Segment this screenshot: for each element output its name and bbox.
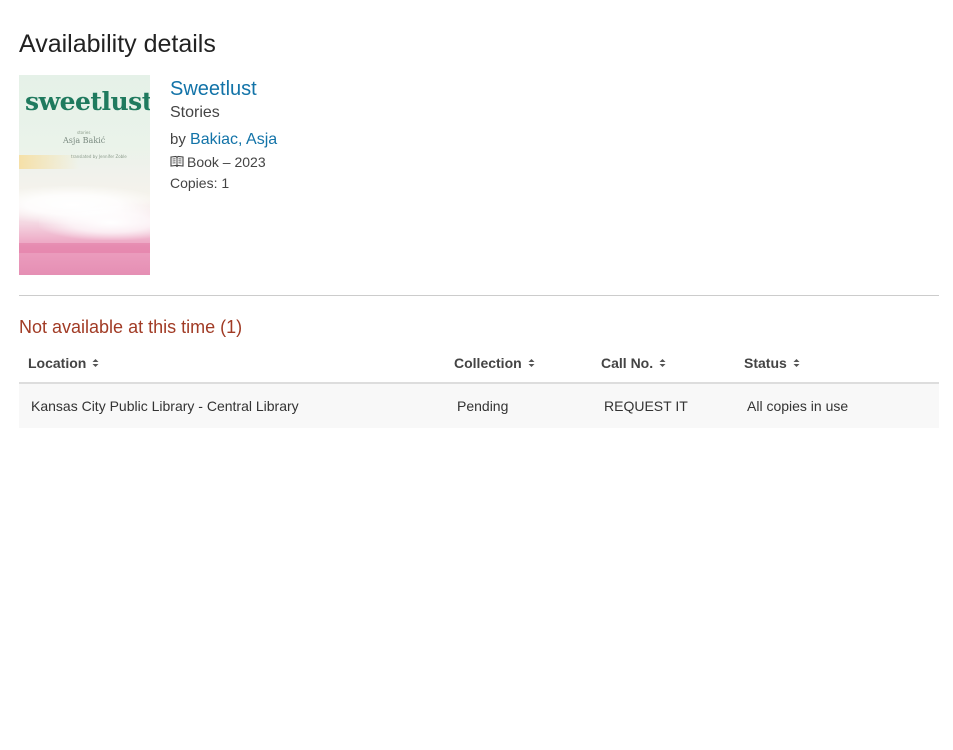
holdings-table: Location Collection Call No. Status Kans…: [19, 355, 939, 428]
sort-icon: [659, 355, 666, 371]
cell-collection: Pending: [445, 383, 592, 428]
book-subtitle: Stories: [170, 104, 220, 121]
column-header-collection[interactable]: Collection: [445, 355, 592, 384]
book-icon: [170, 152, 187, 172]
item-summary: sweetlust stories Asja Bakić translated …: [19, 75, 939, 275]
page-title: Availability details: [19, 30, 216, 58]
column-header-status[interactable]: Status: [735, 355, 939, 384]
availability-heading: Not available at this time (1): [19, 317, 243, 337]
sort-icon: [793, 355, 800, 371]
by-label: by: [170, 131, 186, 148]
sort-icon: [528, 355, 535, 371]
format-text: Book – 2023: [187, 154, 266, 170]
cell-location: Kansas City Public Library - Central Lib…: [19, 383, 445, 428]
column-header-call-no[interactable]: Call No.: [592, 355, 735, 384]
column-header-location[interactable]: Location: [19, 355, 445, 384]
cell-call-no: REQUEST IT: [592, 383, 735, 428]
item-metadata: Sweetlust Stories by Bakiac, Asja Book –…: [170, 75, 277, 275]
format-line: Book – 2023: [170, 152, 277, 172]
book-cover-image[interactable]: sweetlust stories Asja Bakić translated …: [19, 75, 150, 275]
copies-count: Copies: 1: [170, 175, 230, 191]
cover-author-text: Asja Bakić: [63, 136, 106, 145]
availability-page: Availability details sweetlust stories A…: [0, 0, 953, 750]
table-row: Kansas City Public Library - Central Lib…: [19, 383, 939, 428]
table-header-row: Location Collection Call No. Status: [19, 355, 939, 384]
cover-translator-text: translated by Jennifer Zoble: [71, 154, 127, 159]
cover-title-text: sweetlust: [25, 87, 150, 116]
author-link[interactable]: Bakiac, Asja: [190, 131, 277, 148]
cover-small-text: stories: [77, 130, 91, 135]
author-line: by Bakiac, Asja: [170, 129, 277, 151]
sort-icon: [92, 355, 99, 371]
cell-status: All copies in use: [735, 383, 939, 428]
book-title-link[interactable]: Sweetlust: [170, 76, 277, 102]
